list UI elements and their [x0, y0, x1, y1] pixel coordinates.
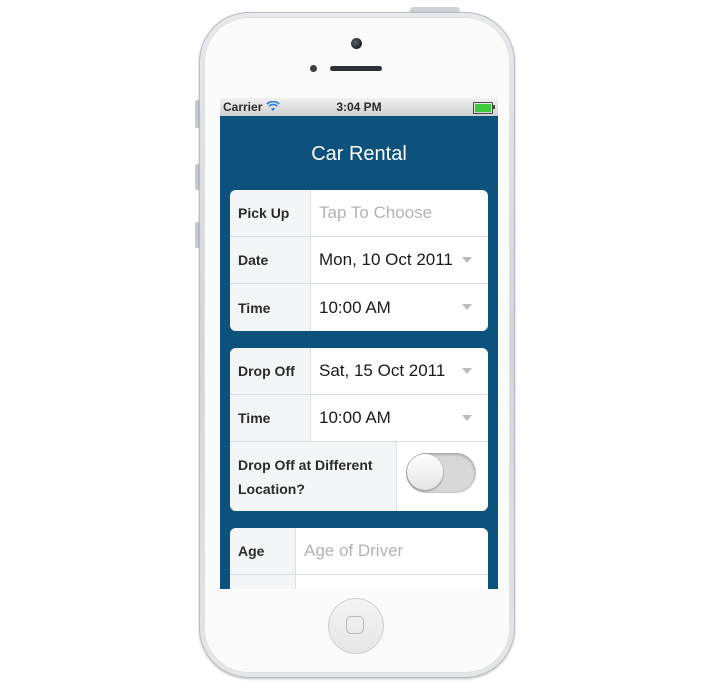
- different-location-label-line2: Location?: [238, 480, 305, 497]
- pickup-date-value[interactable]: Mon, 10 Oct 2011: [319, 237, 466, 283]
- battery-icon: [473, 102, 495, 114]
- age-input[interactable]: Age of Driver: [304, 528, 466, 574]
- pickup-time-row[interactable]: Time 10:00 AM: [230, 284, 488, 331]
- front-camera-icon: [351, 38, 362, 49]
- dropdown-arrow-icon[interactable]: [462, 415, 472, 421]
- age-row[interactable]: Age Age of Driver: [230, 528, 488, 575]
- dropoff-label: Drop Off: [230, 348, 311, 394]
- pickup-time-value[interactable]: 10:00 AM: [319, 284, 466, 331]
- time-label: Time: [230, 284, 311, 331]
- dropdown-arrow-icon[interactable]: [462, 368, 472, 374]
- home-button[interactable]: [328, 598, 384, 654]
- status-bar: Carrier 3:04 PM: [220, 98, 498, 116]
- different-location-label-line1: Drop Off at Different: [238, 456, 373, 473]
- earpiece-speaker-icon: [330, 66, 382, 71]
- time-label: Time: [230, 395, 311, 441]
- pickup-location-field[interactable]: Tap To Choose: [319, 190, 466, 236]
- date-label: Date: [230, 237, 311, 283]
- pickup-label: Pick Up: [230, 190, 311, 236]
- dropdown-arrow-icon[interactable]: [462, 304, 472, 310]
- next-row[interactable]: [230, 575, 488, 589]
- pickup-date-row[interactable]: Date Mon, 10 Oct 2011: [230, 237, 488, 284]
- app-screen: Carrier 3:04 PM Car Rental Pick Up Tap T…: [220, 98, 498, 589]
- different-location-row: Drop Off at Different Location?: [230, 442, 488, 511]
- home-square-icon: [346, 616, 364, 634]
- pickup-location-row[interactable]: Pick Up Tap To Choose: [230, 190, 488, 237]
- age-label: Age: [230, 528, 296, 574]
- dropdown-arrow-icon[interactable]: [462, 257, 472, 263]
- pickup-card: Pick Up Tap To Choose Date Mon, 10 Oct 2…: [230, 190, 488, 331]
- dropoff-date-row[interactable]: Drop Off Sat, 15 Oct 2011: [230, 348, 488, 395]
- status-time: 3:04 PM: [336, 100, 382, 114]
- next-row-label: [230, 575, 296, 589]
- dropoff-time-value[interactable]: 10:00 AM: [319, 395, 466, 441]
- dropoff-date-value[interactable]: Sat, 15 Oct 2011: [319, 348, 466, 394]
- toggle-knob[interactable]: [407, 454, 443, 490]
- dropoff-card: Drop Off Sat, 15 Oct 2011 Time 10:00 AM …: [230, 348, 488, 511]
- different-location-toggle[interactable]: [406, 453, 476, 493]
- driver-card: Age Age of Driver: [230, 528, 488, 589]
- dropoff-time-row[interactable]: Time 10:00 AM: [230, 395, 488, 442]
- page-title: Car Rental: [311, 143, 407, 165]
- proximity-sensor-icon: [310, 65, 317, 72]
- different-location-label: Drop Off at Different Location?: [230, 442, 397, 511]
